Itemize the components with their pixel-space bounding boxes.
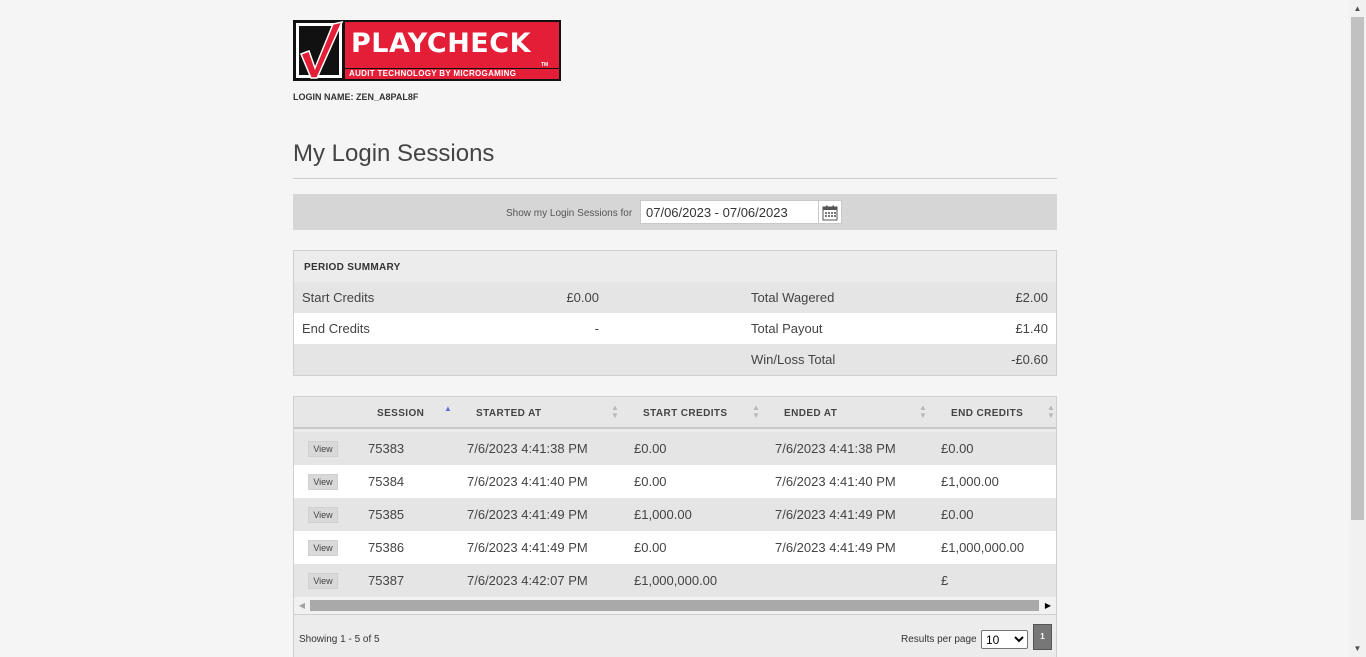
results-per-page-select[interactable]: 10	[981, 630, 1028, 649]
session-id: 75383	[368, 441, 405, 456]
date-filter-bar: Show my Login Sessions for 07/06/2023 - …	[293, 194, 1057, 230]
brand-name: PLAYCHECK	[351, 28, 531, 59]
end-credits: £	[941, 573, 949, 588]
page-1-button[interactable]: 1	[1033, 624, 1052, 650]
started-at: 7/6/2023 4:41:38 PM	[467, 441, 588, 456]
summary-label: End Credits	[302, 321, 370, 336]
summary-row: End Credits - Total Payout £1.40	[294, 313, 1056, 344]
session-id: 75386	[368, 540, 405, 555]
date-filter-label: Show my Login Sessions for	[506, 208, 633, 219]
sort-both-icon[interactable]: ▲ ▼	[919, 404, 927, 420]
start-credits: £1,000,000.00	[634, 573, 718, 588]
table-body: View 75383 7/6/2023 4:41:38 PM £0.00 7/6…	[294, 432, 1056, 597]
end-credits: £0.00	[941, 507, 974, 522]
summary-label: Start Credits	[302, 290, 375, 305]
ended-at: 7/6/2023 4:41:49 PM	[775, 540, 896, 555]
playcheck-logo: PLAYCHECK TM AUDIT TECHNOLOGY BY MICROGA…	[293, 20, 561, 81]
calendar-button[interactable]	[819, 200, 842, 224]
summary-value: £1.40	[1015, 321, 1048, 336]
col-header-started-at[interactable]: STARTED AT	[476, 408, 541, 419]
sort-both-icon[interactable]: ▲ ▼	[1047, 404, 1055, 420]
sessions-table: SESSION ▲ STARTED AT ▲ ▼ START CREDITS ▲ ▼…	[293, 396, 1057, 657]
table-row: View 75384 7/6/2023 4:41:40 PM £0.00 7/6…	[294, 465, 1056, 498]
start-credits: £1,000.00	[634, 507, 692, 522]
view-session-button[interactable]: View	[308, 573, 338, 589]
col-header-session[interactable]: SESSION	[377, 408, 424, 419]
session-id: 75387	[368, 573, 405, 588]
scroll-left-icon[interactable]: ◀	[294, 597, 310, 614]
page-title: My Login Sessions	[293, 140, 495, 167]
started-at: 7/6/2023 4:41:49 PM	[467, 507, 588, 522]
date-range-input[interactable]: 07/06/2023 - 07/06/2023	[640, 200, 819, 224]
scroll-up-icon[interactable]: ▲	[1349, 0, 1366, 17]
start-credits: £0.00	[634, 474, 667, 489]
ended-at: 7/6/2023 4:41:38 PM	[775, 441, 896, 456]
session-id: 75385	[368, 507, 405, 522]
sort-both-icon[interactable]: ▲ ▼	[752, 404, 760, 420]
view-session-button[interactable]: View	[308, 474, 338, 490]
table-header: SESSION ▲ STARTED AT ▲ ▼ START CREDITS ▲ ▼…	[294, 397, 1056, 429]
brand-tagline: AUDIT TECHNOLOGY BY MICROGAMING	[345, 68, 559, 79]
table-row: View 75385 7/6/2023 4:41:49 PM £1,000.00…	[294, 498, 1056, 531]
end-credits: £0.00	[941, 441, 974, 456]
col-header-ended-at[interactable]: ENDED AT	[784, 408, 837, 419]
results-count: Showing 1 - 5 of 5	[299, 634, 380, 645]
summary-value: £2.00	[1015, 290, 1048, 305]
ended-at: 7/6/2023 4:41:40 PM	[775, 474, 896, 489]
summary-label: Total Payout	[751, 321, 823, 336]
ended-at: 7/6/2023 4:41:49 PM	[775, 507, 896, 522]
summary-row: Start Credits £0.00 Total Wagered £2.00	[294, 282, 1056, 313]
page-scrollbar-thumb[interactable]	[1351, 17, 1364, 520]
summary-row: Win/Loss Total -£0.60	[294, 344, 1056, 375]
col-header-start-credits[interactable]: START CREDITS	[643, 408, 727, 419]
started-at: 7/6/2023 4:42:07 PM	[467, 573, 588, 588]
summary-value: -	[594, 321, 599, 336]
started-at: 7/6/2023 4:41:40 PM	[467, 474, 588, 489]
title-divider	[293, 178, 1057, 179]
view-session-button[interactable]: View	[308, 441, 338, 457]
table-row: View 75383 7/6/2023 4:41:38 PM £0.00 7/6…	[294, 432, 1056, 465]
login-name: LOGIN NAME: ZEN_A8PAL8F	[293, 92, 419, 102]
summary-value: -£0.60	[1011, 352, 1048, 367]
scroll-right-icon[interactable]: ▶	[1040, 597, 1056, 614]
started-at: 7/6/2023 4:41:49 PM	[467, 540, 588, 555]
period-summary-heading: PERIOD SUMMARY	[294, 251, 1056, 282]
summary-value: £0.00	[566, 290, 599, 305]
table-row: View 75387 7/6/2023 4:42:07 PM £1,000,00…	[294, 564, 1056, 597]
table-horizontal-scrollbar[interactable]: ◀ ▶	[294, 597, 1056, 614]
start-credits: £0.00	[634, 540, 667, 555]
sort-both-icon[interactable]: ▲ ▼	[611, 404, 619, 420]
results-per-page-label: Results per page	[901, 634, 977, 645]
checkmark-icon	[293, 20, 345, 81]
start-credits: £0.00	[634, 441, 667, 456]
end-credits: £1,000,000.00	[941, 540, 1025, 555]
view-session-button[interactable]: View	[308, 540, 338, 556]
view-session-button[interactable]: View	[308, 507, 338, 523]
sort-ascending-icon[interactable]: ▲	[444, 405, 452, 413]
page-scrollbar[interactable]: ▲ ▼	[1349, 0, 1366, 657]
col-header-end-credits[interactable]: END CREDITS	[951, 408, 1023, 419]
calendar-icon	[822, 205, 838, 221]
summary-label: Total Wagered	[751, 290, 835, 305]
table-row: View 75386 7/6/2023 4:41:49 PM £0.00 7/6…	[294, 531, 1056, 564]
table-scrollbar-thumb[interactable]	[310, 600, 1039, 611]
scroll-down-icon[interactable]: ▼	[1349, 640, 1366, 657]
period-summary: PERIOD SUMMARY Start Credits £0.00 Total…	[293, 250, 1057, 376]
end-credits: £1,000.00	[941, 474, 999, 489]
summary-label: Win/Loss Total	[751, 352, 836, 367]
table-footer: Showing 1 - 5 of 5 Results per page 10 1	[294, 614, 1056, 657]
session-id: 75384	[368, 474, 405, 489]
